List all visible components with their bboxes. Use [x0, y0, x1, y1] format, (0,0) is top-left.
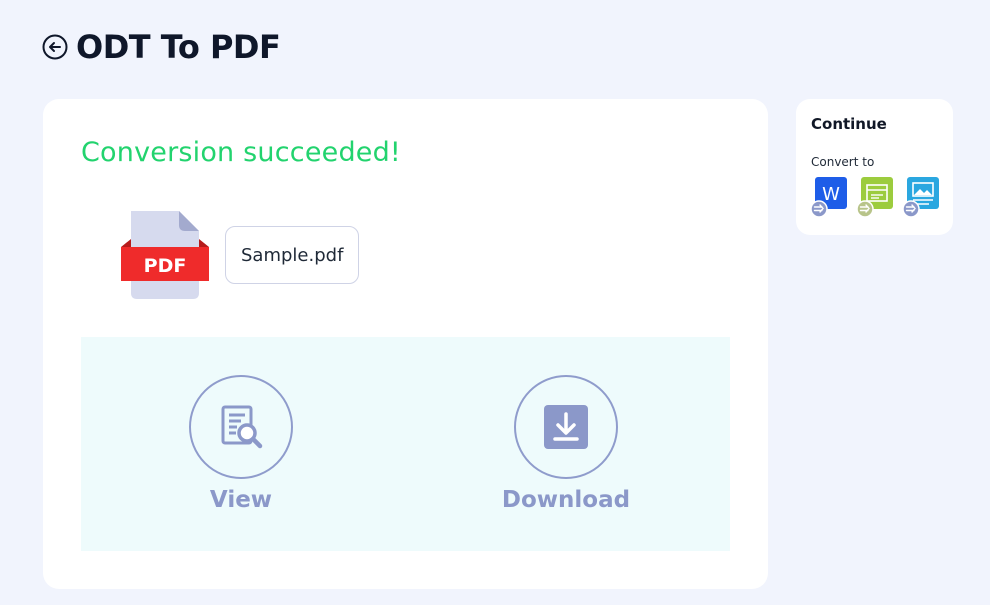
result-card: Conversion succeeded! PDF Sample.pdf Vie…	[43, 99, 768, 589]
continue-title: Continue	[811, 115, 887, 133]
image-convert-icon[interactable]	[903, 177, 939, 217]
action-panel: View Download	[81, 337, 730, 551]
page-header: ODT To PDF	[42, 28, 281, 66]
download-button[interactable]: Download	[491, 375, 641, 513]
download-button-circle[interactable]	[514, 375, 618, 479]
page: ODT To PDF Conversion succeeded! PDF Sam…	[0, 0, 990, 605]
page-title: ODT To PDF	[76, 28, 281, 66]
convert-targets: W	[811, 177, 939, 217]
view-label: View	[209, 487, 273, 513]
convert-to-label: Convert to	[811, 155, 875, 169]
continue-card: Continue Convert to W	[796, 99, 953, 235]
conversion-status: Conversion succeeded!	[81, 137, 401, 168]
download-label: Download	[501, 487, 631, 513]
file-row: PDF Sample.pdf	[119, 209, 360, 301]
pdf-file-icon: PDF	[121, 211, 209, 299]
spreadsheet-convert-icon[interactable]	[857, 177, 893, 217]
view-button[interactable]: View	[189, 375, 293, 513]
document-search-icon	[221, 405, 263, 449]
file-name: Sample.pdf	[225, 226, 360, 284]
arrow-left-circle-icon[interactable]	[42, 34, 68, 60]
pdf-badge-label: PDF	[144, 255, 187, 277]
view-button-circle[interactable]	[189, 375, 293, 479]
word-convert-icon[interactable]: W	[811, 177, 847, 217]
download-icon	[544, 405, 588, 449]
word-glyph: W	[822, 184, 840, 205]
